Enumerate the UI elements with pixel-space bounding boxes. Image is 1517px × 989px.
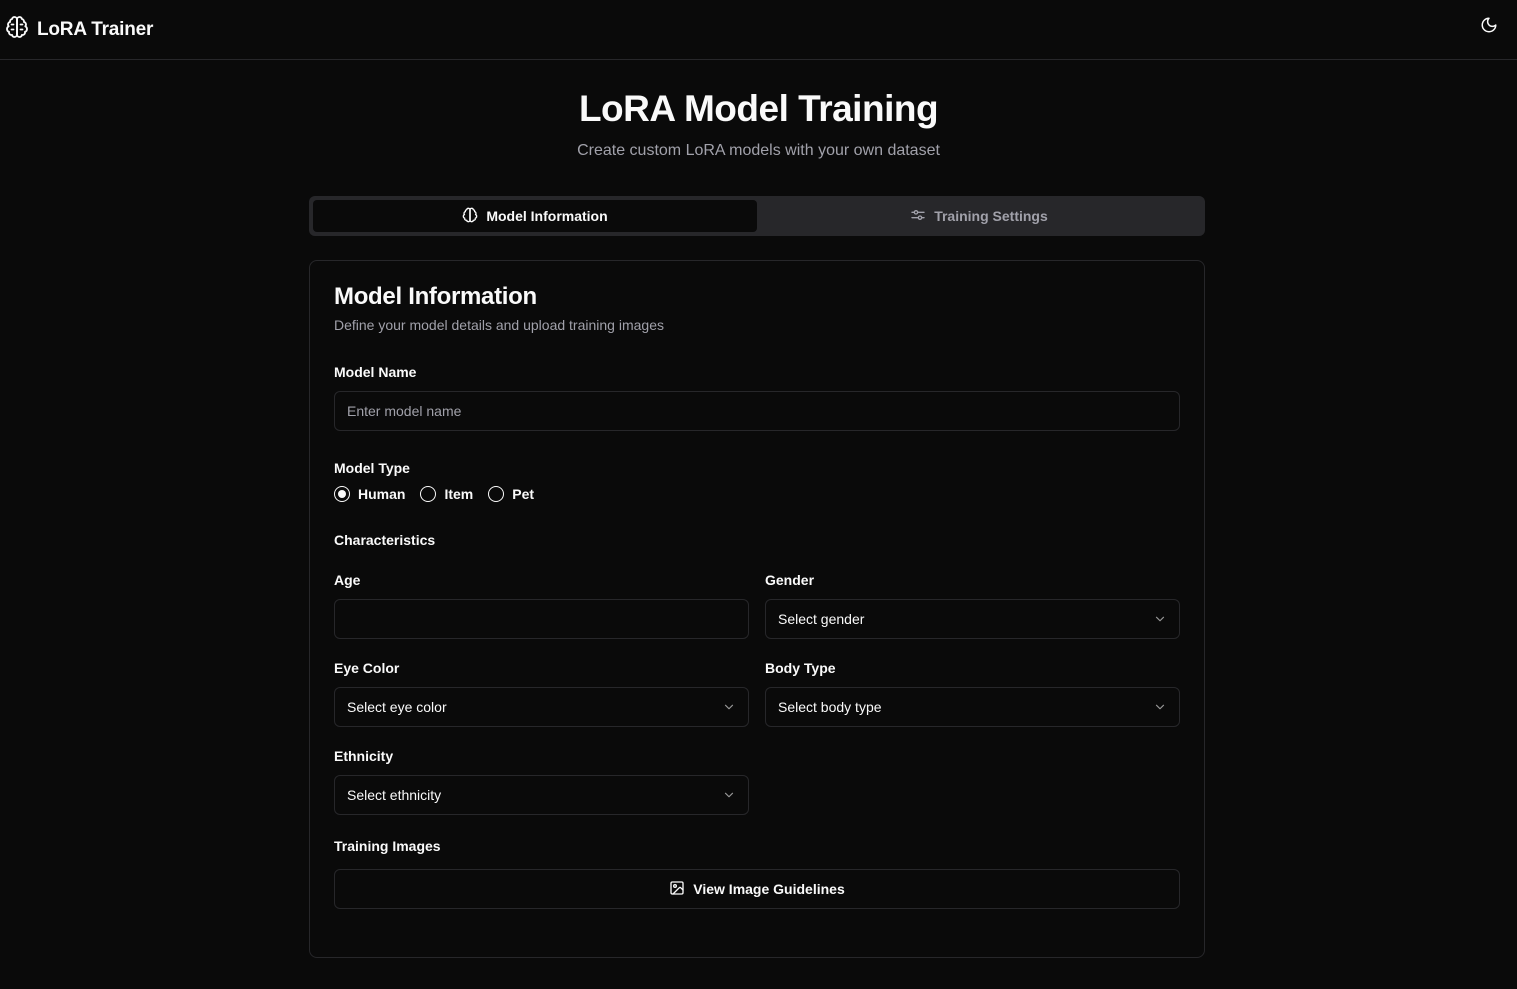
page-subtitle: Create custom LoRA models with your own … xyxy=(577,142,940,159)
eye-color-select[interactable]: Select eye color xyxy=(334,687,749,727)
app-title: LoRA Trainer xyxy=(37,18,154,40)
tab-label: Model Information xyxy=(486,208,608,224)
tab-model-information[interactable]: Model Information xyxy=(313,200,757,232)
moon-icon xyxy=(1480,16,1498,39)
view-image-guidelines-button[interactable]: View Image Guidelines xyxy=(334,869,1180,909)
characteristics-heading: Characteristics xyxy=(334,532,436,548)
select-value: Select eye color xyxy=(347,699,447,715)
top-bar: LoRA Trainer xyxy=(0,0,1517,60)
chevron-down-icon xyxy=(722,700,736,714)
tab-label: Training Settings xyxy=(934,208,1048,224)
ethnicity-label: Ethnicity xyxy=(334,748,394,764)
chevron-down-icon xyxy=(722,788,736,802)
gender-label: Gender xyxy=(765,572,815,588)
body-type-label: Body Type xyxy=(765,660,836,676)
tab-training-settings[interactable]: Training Settings xyxy=(757,200,1201,232)
card-description: Define your model details and upload tra… xyxy=(334,317,664,333)
gender-select[interactable]: Select gender xyxy=(765,599,1180,639)
body-type-select[interactable]: Select body type xyxy=(765,687,1180,727)
select-value: Select body type xyxy=(778,699,882,715)
age-label: Age xyxy=(334,572,361,588)
brain-icon xyxy=(462,207,478,226)
radio-label: Pet xyxy=(512,486,535,502)
theme-toggle-button[interactable] xyxy=(1477,15,1501,39)
radio-option-human[interactable]: Human xyxy=(334,486,405,502)
radio-button[interactable] xyxy=(420,486,437,502)
radio-option-pet[interactable]: Pet xyxy=(488,486,534,502)
image-icon xyxy=(669,880,685,899)
brand[interactable]: LoRA Trainer xyxy=(5,15,153,44)
radio-option-item[interactable]: Item xyxy=(420,486,473,502)
model-type-radio-group: Human Item Pet xyxy=(334,486,549,502)
select-value: Select ethnicity xyxy=(347,787,442,803)
chevron-down-icon xyxy=(1153,612,1167,626)
chevron-down-icon xyxy=(1153,700,1167,714)
eye-color-label: Eye Color xyxy=(334,660,400,676)
button-label: View Image Guidelines xyxy=(693,881,845,897)
model-name-label: Model Name xyxy=(334,364,417,380)
radio-label: Human xyxy=(358,486,406,502)
model-name-input[interactable] xyxy=(334,391,1180,431)
select-value: Select gender xyxy=(778,611,865,627)
brain-icon xyxy=(5,15,29,44)
model-information-card: Model Information Define your model deta… xyxy=(309,260,1205,958)
age-input[interactable] xyxy=(334,599,749,639)
model-type-label: Model Type xyxy=(334,460,410,476)
card-title: Model Information xyxy=(334,283,537,310)
training-images-label: Training Images xyxy=(334,838,441,854)
ethnicity-select[interactable]: Select ethnicity xyxy=(334,775,749,815)
radio-button[interactable] xyxy=(488,486,505,502)
sliders-icon xyxy=(910,207,926,226)
radio-button[interactable] xyxy=(334,486,350,502)
radio-label: Item xyxy=(444,486,474,502)
tab-list: Model Information Training Settings xyxy=(309,196,1205,236)
page-title: LoRA Model Training xyxy=(578,88,939,129)
